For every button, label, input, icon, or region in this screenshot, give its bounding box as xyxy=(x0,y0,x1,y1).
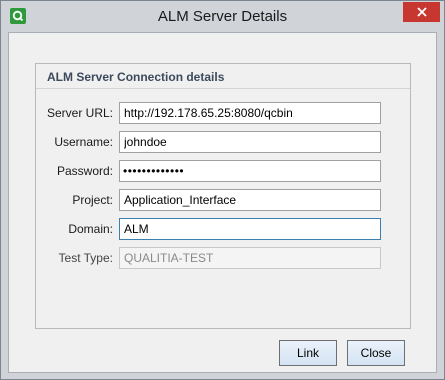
server-url-input[interactable] xyxy=(119,102,381,124)
domain-label: Domain: xyxy=(68,222,113,236)
server-url-label: Server URL: xyxy=(46,106,113,120)
dialog-window: ALM Server Details ALM Server Connection… xyxy=(0,0,445,380)
test-type-input xyxy=(119,247,381,269)
title-bar[interactable]: ALM Server Details xyxy=(1,1,444,33)
window-title: ALM Server Details xyxy=(157,8,288,25)
project-label: Project: xyxy=(72,193,113,207)
close-button[interactable]: Close xyxy=(347,340,405,366)
username-input[interactable] xyxy=(119,131,381,153)
connection-details-group: ALM Server Connection details Server URL… xyxy=(35,63,411,329)
close-icon xyxy=(416,7,427,17)
group-header: ALM Server Connection details xyxy=(36,64,410,89)
username-label: Username: xyxy=(54,135,113,149)
domain-input[interactable] xyxy=(119,218,381,240)
group-title: ALM Server Connection details xyxy=(47,70,225,84)
password-input[interactable]: ••••••••••••• xyxy=(119,160,381,182)
project-input[interactable] xyxy=(119,189,381,211)
dialog-client-area: ALM Server Connection details Server URL… xyxy=(8,32,437,373)
link-button[interactable]: Link xyxy=(279,340,337,366)
window-close-button[interactable] xyxy=(403,2,440,22)
password-label: Password: xyxy=(56,164,113,178)
test-type-label: Test Type: xyxy=(58,251,113,265)
